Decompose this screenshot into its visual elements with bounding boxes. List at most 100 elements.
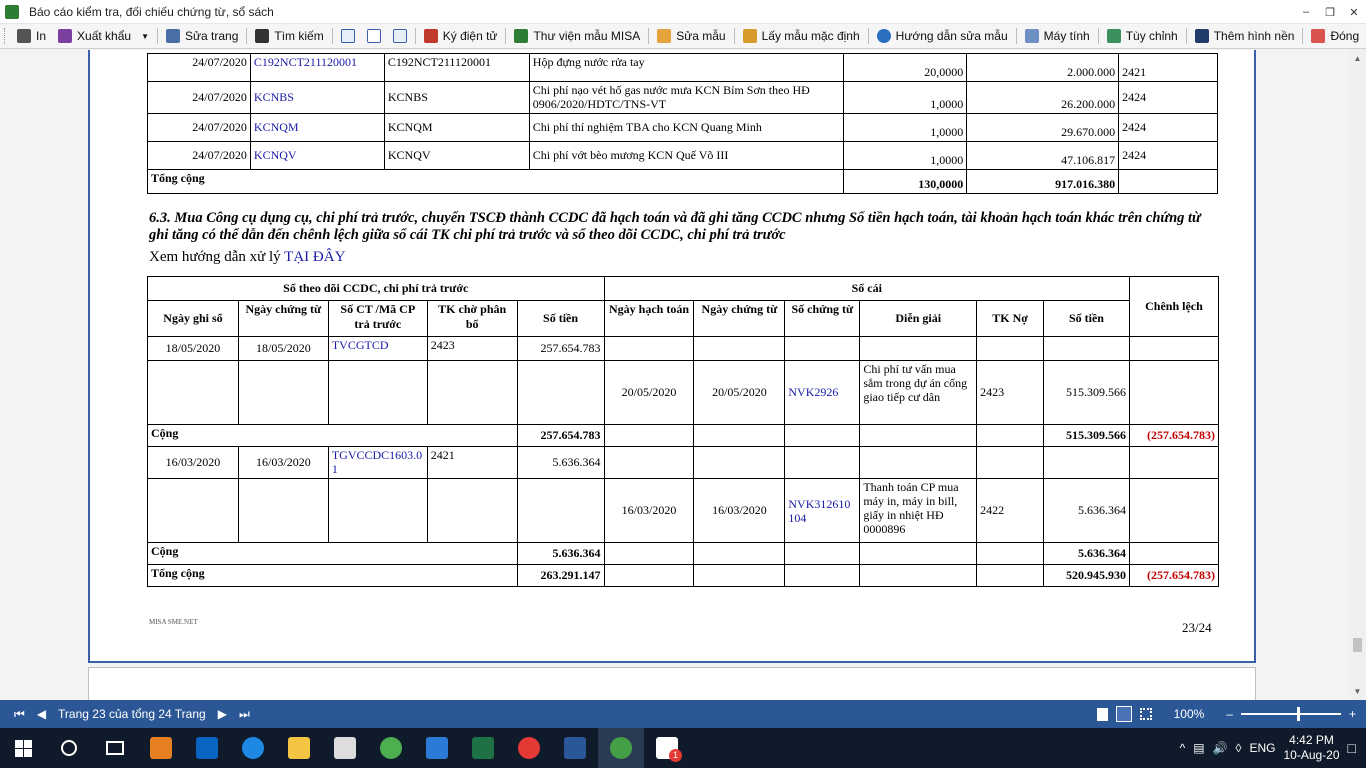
link-code[interactable]: KCNBS: [249, 81, 385, 114]
taskbar-app-zalo[interactable]: 1: [644, 728, 690, 768]
close-button[interactable]: Đóng: [1305, 25, 1365, 47]
cell-account: 2421: [1118, 53, 1218, 82]
link-doc-code[interactable]: TVCGTCD: [327, 336, 428, 361]
pencil-icon: [657, 29, 672, 43]
single-page-view-icon[interactable]: [1096, 707, 1108, 721]
taskbar-app-edge[interactable]: [230, 728, 276, 768]
taskbar-app-store[interactable]: [322, 728, 368, 768]
edit-template-label: Sửa mẫu: [676, 29, 726, 43]
printer-icon: [17, 29, 31, 43]
minimize-button[interactable]: –: [1294, 0, 1318, 24]
system-tray: ^ ▤ 🔊 ◊ ENG 4:42 PM 10-Aug-20 □: [1180, 728, 1366, 768]
background-button[interactable]: Thêm hình nền: [1189, 25, 1301, 47]
library-button[interactable]: Thư viện mẫu MISA: [508, 25, 646, 47]
table-row: 16/03/2020 16/03/2020 TGVCCDC1603.01 242…: [147, 446, 1220, 479]
taskbar-app-chrome-2[interactable]: [598, 728, 644, 768]
taskbar-app-chrome[interactable]: [506, 728, 552, 768]
print-label: In: [36, 29, 47, 43]
scroll-down-icon[interactable]: ▼: [1349, 683, 1366, 700]
export-button[interactable]: Xuất khẩu ▼: [52, 25, 155, 47]
page-view-button-3[interactable]: [387, 25, 413, 47]
action-center-icon[interactable]: □: [1348, 740, 1356, 756]
taskbar-app-remote[interactable]: [414, 728, 460, 768]
sign-button[interactable]: Ký điện tử: [418, 25, 504, 47]
vertical-scrollbar[interactable]: ▲ ▼: [1349, 50, 1366, 700]
link-code[interactable]: KCNQV: [249, 141, 385, 170]
link-doc-code[interactable]: TGVCCDC1603.01: [327, 446, 428, 479]
task-view-icon: [106, 741, 124, 755]
colorful-app-icon: [380, 737, 402, 759]
close-window-button[interactable]: ✕: [1342, 0, 1366, 24]
edit-template-button[interactable]: Sửa mẫu: [651, 25, 731, 47]
cell-desc: Chi phí nạo vét hố gas nước mưa KCN Bỉm …: [528, 81, 845, 114]
clock[interactable]: 4:42 PM 10-Aug-20: [1283, 733, 1339, 763]
zoom-slider[interactable]: [1240, 707, 1341, 721]
default-template-button[interactable]: Lấy mẫu mặc định: [737, 25, 866, 47]
language-indicator[interactable]: ENG: [1249, 741, 1275, 755]
zoom-in-icon[interactable]: +: [1349, 707, 1356, 721]
cell-empty: [976, 564, 1045, 587]
total-label: Tổng cộng: [146, 169, 845, 194]
print-button[interactable]: In: [11, 25, 52, 47]
taskbar-app-excel[interactable]: [460, 728, 506, 768]
calculator-button[interactable]: Máy tính: [1019, 25, 1096, 47]
first-page-icon[interactable]: ⏮: [14, 707, 25, 722]
customize-button[interactable]: Tùy chỉnh: [1101, 25, 1184, 47]
cell-amount: 26.200.000: [966, 81, 1120, 114]
header-post-date: Ngày hạch toán: [603, 300, 695, 337]
volume-icon[interactable]: 🔊: [1213, 741, 1228, 755]
link-code[interactable]: KCNQM: [249, 113, 385, 142]
prev-page-icon[interactable]: ◀: [37, 707, 46, 721]
cell-account: 2424: [1118, 113, 1218, 142]
cell-empty: [784, 564, 861, 587]
taskbar-app-explorer[interactable]: [276, 728, 322, 768]
taskbar-app-misa-2[interactable]: [368, 728, 414, 768]
link-doc-no[interactable]: NVK2926: [784, 360, 861, 425]
search-taskbar-button[interactable]: [46, 728, 92, 768]
background-label: Thêm hình nền: [1213, 29, 1295, 43]
header-doc-date-2: Ngày chứng từ: [693, 300, 786, 337]
task-view-button[interactable]: [92, 728, 138, 768]
cell-empty: [976, 446, 1045, 479]
sign-label: Ký điện tử: [442, 29, 498, 43]
two-page-view-icon[interactable]: [1115, 706, 1132, 722]
restore-button[interactable]: ❐: [1318, 0, 1342, 24]
zoom-slider-knob[interactable]: [1296, 707, 1300, 721]
taskbar-app-misa[interactable]: [138, 728, 184, 768]
customize-icon: [1106, 29, 1121, 43]
page-view-button-2[interactable]: [361, 25, 387, 47]
zoom-out-icon[interactable]: –: [1226, 707, 1233, 721]
cell-empty: [426, 360, 518, 425]
network-icon[interactable]: ▤: [1193, 741, 1204, 755]
edit-page-button[interactable]: Sửa trang: [160, 25, 244, 47]
chevron-down-icon[interactable]: ▼: [141, 32, 149, 41]
cell-acc: 2423: [976, 360, 1045, 425]
chevron-up-icon[interactable]: ^: [1180, 741, 1186, 755]
cell-empty: [603, 564, 695, 587]
page-view-button-1[interactable]: [335, 25, 361, 47]
cell-empty: [237, 478, 329, 543]
header-amount: Số tiền: [516, 300, 605, 337]
start-button[interactable]: [0, 728, 46, 768]
taskbar-app-word[interactable]: [552, 728, 598, 768]
multi-page-view-icon[interactable]: [1139, 708, 1152, 720]
guide-link[interactable]: TẠI ĐÂY: [284, 249, 345, 265]
next-page-icon[interactable]: ▶: [218, 707, 227, 721]
subtotal-right: 5.636.364: [1043, 542, 1130, 565]
taskbar-app-outlook[interactable]: [184, 728, 230, 768]
wifi-icon[interactable]: ◊: [1236, 741, 1242, 755]
subtotal-label: Cộng: [147, 542, 518, 565]
section-heading: 6.3. Mua Công cụ dụng cụ, chi phí trả tr…: [149, 210, 1201, 243]
cell-empty: [693, 542, 786, 565]
library-icon: [514, 29, 529, 43]
search-button[interactable]: Tìm kiếm: [249, 25, 329, 47]
link-doc-no[interactable]: NVK312610104: [784, 478, 861, 543]
header-doc-no: Số chứng từ: [784, 300, 861, 337]
scroll-up-icon[interactable]: ▲: [1349, 50, 1366, 67]
scroll-thumb[interactable]: [1353, 638, 1362, 652]
cell-empty: [784, 446, 861, 479]
link-code[interactable]: C192NCT211120001: [249, 53, 385, 82]
cell-amount: 29.670.000: [966, 113, 1120, 142]
last-page-icon[interactable]: ⏭: [239, 707, 250, 722]
guide-button[interactable]: Hướng dẫn sửa mẫu: [871, 25, 1014, 47]
